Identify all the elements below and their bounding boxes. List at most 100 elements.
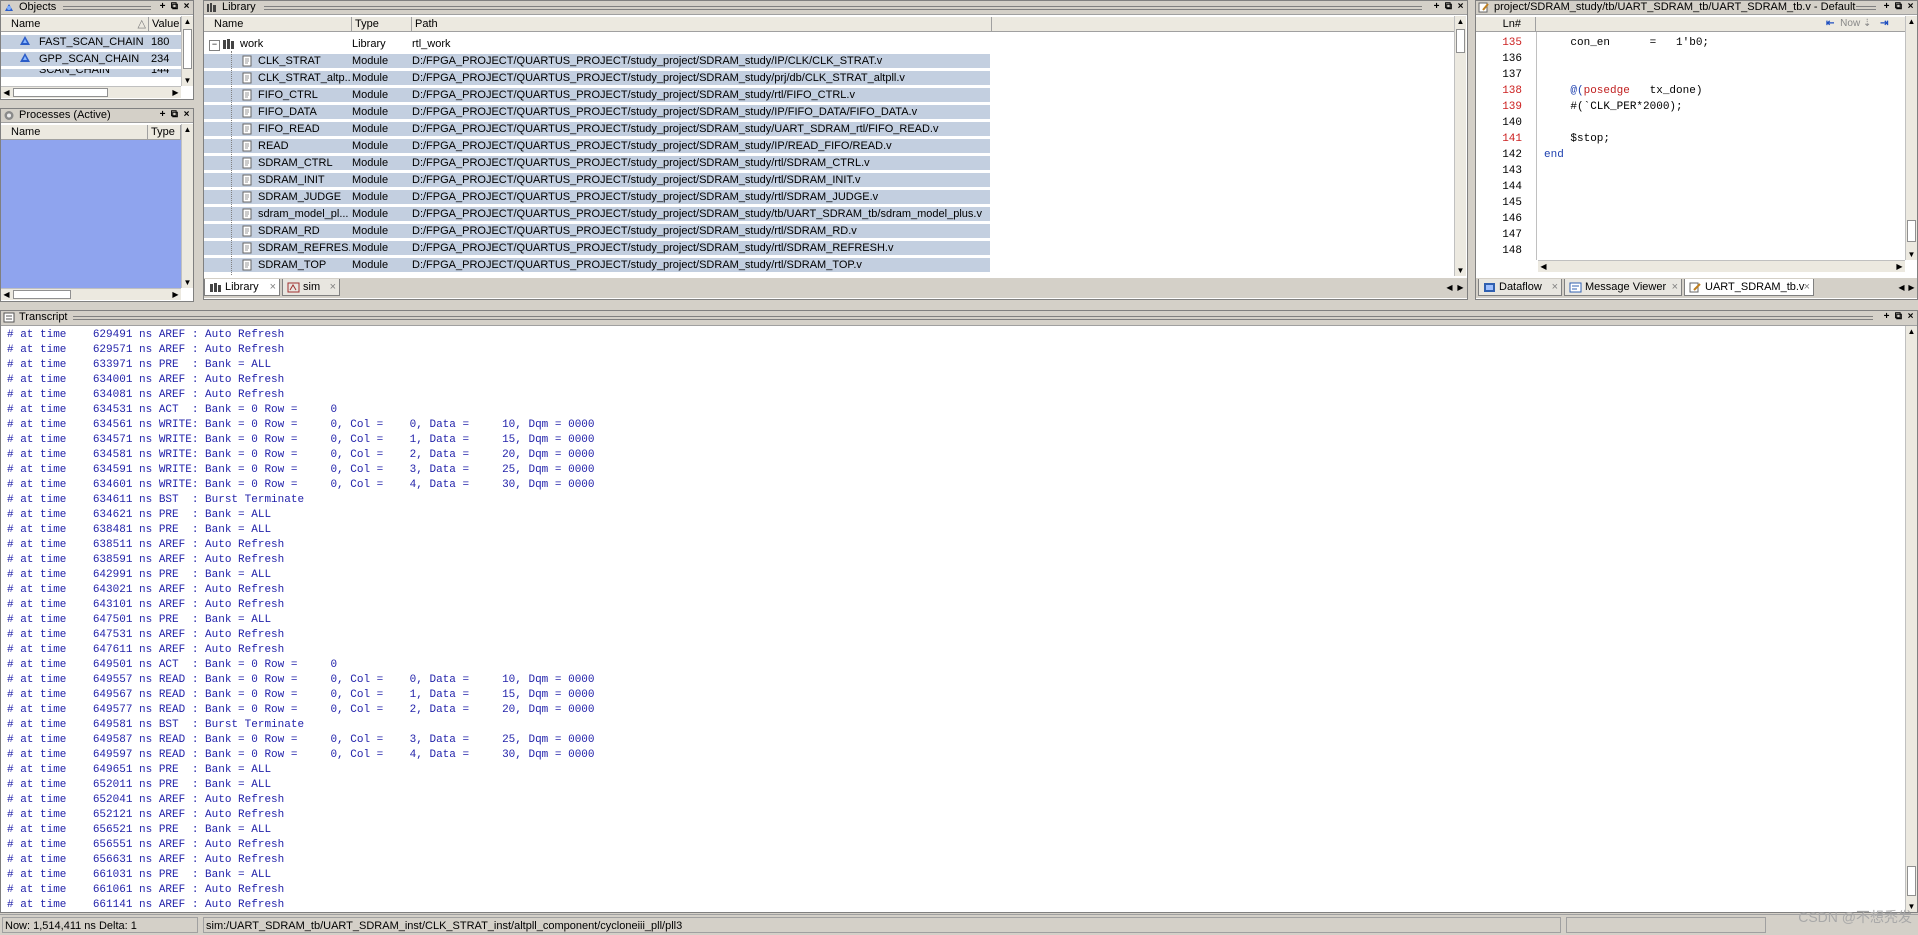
now-control[interactable]: ⇤ Now ⇣ ⇥ xyxy=(1826,18,1916,30)
scroll-left-icon[interactable]: ◀ xyxy=(1,87,12,98)
library-module-row[interactable]: FIFO_READ Module D:/FPGA_PROJECT/QUARTUS_P… xyxy=(204,122,990,136)
dock-icon[interactable]: + xyxy=(157,1,168,13)
library-vscroll[interactable]: ▲ ▼ xyxy=(1454,16,1466,276)
close-icon[interactable]: × xyxy=(330,279,336,296)
processes-hscroll[interactable]: ◀ ▶ xyxy=(1,288,181,300)
code-line[interactable]: con_en = 1'b0; xyxy=(1544,35,1904,51)
objects-vscroll[interactable]: ▲ ▼ xyxy=(181,16,193,86)
close-icon[interactable]: × xyxy=(1905,311,1916,323)
line-number[interactable]: 144 xyxy=(1476,179,1522,195)
scroll-up-icon[interactable]: ▲ xyxy=(1455,16,1466,27)
undock-icon[interactable]: ⧉ xyxy=(169,1,180,13)
library-module-row[interactable]: CLK_STRAT Module D:/FPGA_PROJECT/QUARTUS_P… xyxy=(204,54,990,68)
code-line[interactable]: $stop; xyxy=(1544,131,1904,147)
undock-icon[interactable]: ⧉ xyxy=(1893,1,1904,13)
tab-scroll-right-icon[interactable]: ▶ xyxy=(1906,282,1917,293)
source-vscroll[interactable]: ▲ ▼ xyxy=(1905,16,1917,260)
cursor-next-icon[interactable]: ⇥ xyxy=(1880,18,1888,29)
dock-icon[interactable]: + xyxy=(1431,1,1442,13)
library-module-row[interactable]: SDRAM_REFRES... Module D:/FPGA_PROJECT/QUA… xyxy=(204,241,990,255)
close-icon[interactable]: × xyxy=(1905,1,1916,13)
code-line[interactable] xyxy=(1544,179,1904,195)
close-icon[interactable]: × xyxy=(270,279,276,296)
scroll-up-icon[interactable]: ▲ xyxy=(1906,326,1917,337)
scroll-up-icon[interactable]: ▲ xyxy=(182,124,193,135)
scroll-right-icon[interactable]: ▶ xyxy=(170,87,181,98)
cursor-prev-icon[interactable]: ⇤ xyxy=(1826,18,1834,29)
code-line[interactable] xyxy=(1544,51,1904,67)
code-line[interactable] xyxy=(1544,227,1904,243)
line-number[interactable]: 143 xyxy=(1476,163,1522,179)
library-module-row[interactable]: READ Module D:/FPGA_PROJECT/QUARTUS_PROJEC… xyxy=(204,139,990,153)
line-number[interactable]: 137 xyxy=(1476,67,1522,83)
transcript-grip[interactable] xyxy=(73,315,1873,320)
transcript-console[interactable]: # at time 629491 ns AREF : Auto Refresh #… xyxy=(1,326,1905,912)
library-module-row[interactable]: sdram_model_pl... Module D:/FPGA_PROJECT/Q… xyxy=(204,207,990,221)
undock-icon[interactable]: ⧉ xyxy=(1893,311,1904,323)
tab-uart-sdram-tb[interactable]: UART_SDRAM_tb.v × xyxy=(1684,279,1814,296)
code-line[interactable]: #(`CLK_PER*2000); xyxy=(1544,99,1904,115)
tab-scroll-left-icon[interactable]: ◀ xyxy=(1444,282,1455,293)
scroll-thumb[interactable] xyxy=(13,290,71,299)
line-number[interactable]: 140 xyxy=(1476,115,1522,131)
scroll-down-icon[interactable]: ▼ xyxy=(182,75,193,86)
close-icon[interactable]: × xyxy=(181,1,192,13)
line-number[interactable]: 148 xyxy=(1476,243,1522,259)
code-line[interactable] xyxy=(1544,115,1904,131)
code-line[interactable]: end xyxy=(1544,147,1904,163)
scroll-up-icon[interactable]: ▲ xyxy=(182,16,193,27)
source-hscroll[interactable]: ◀ ▶ xyxy=(1538,260,1905,272)
code-line[interactable] xyxy=(1544,163,1904,179)
processes-col-name[interactable]: Name xyxy=(1,125,148,139)
library-module-row[interactable]: SDRAM_INIT Module D:/FPGA_PROJECT/QUARTUS_… xyxy=(204,173,990,187)
library-col-name[interactable]: Name xyxy=(204,17,352,31)
library-grip[interactable] xyxy=(264,5,1422,10)
line-number[interactable]: 147 xyxy=(1476,227,1522,243)
close-icon[interactable]: × xyxy=(1552,279,1558,296)
transcript-titlebar[interactable]: Transcript + ⧉ × xyxy=(1,311,1917,326)
code-line[interactable] xyxy=(1544,243,1904,259)
library-module-row[interactable]: FIFO_CTRL Module D:/FPGA_PROJECT/QUARTUS_P… xyxy=(204,88,990,102)
scroll-thumb[interactable] xyxy=(1456,29,1465,53)
close-icon[interactable]: × xyxy=(1455,1,1466,13)
code-line[interactable] xyxy=(1544,67,1904,83)
library-col-path[interactable]: Path xyxy=(412,17,992,31)
scroll-thumb[interactable] xyxy=(13,88,108,97)
dock-icon[interactable]: + xyxy=(1881,1,1892,13)
library-module-row[interactable]: CLK_STRAT_altp... Module D:/FPGA_PROJECT/Q… xyxy=(204,71,990,85)
line-number[interactable]: 145 xyxy=(1476,195,1522,211)
library-module-row[interactable]: SDRAM_JUDGE Module D:/FPGA_PROJECT/QUARTUS… xyxy=(204,190,990,204)
scroll-up-icon[interactable]: ▲ xyxy=(1906,16,1917,27)
scroll-left-icon[interactable]: ◀ xyxy=(1,289,12,300)
objects-col-value[interactable]: Value xyxy=(149,17,181,31)
objects-titlebar[interactable]: Objects + ⧉ × xyxy=(1,1,193,15)
dock-icon[interactable]: + xyxy=(1881,311,1892,323)
objects-col-name[interactable]: Name △ xyxy=(1,17,149,31)
dock-icon[interactable]: + xyxy=(157,109,168,121)
processes-vscroll[interactable]: ▲ ▼ xyxy=(181,124,193,288)
processes-titlebar[interactable]: Processes (Active) + ⧉ × xyxy=(1,109,193,123)
scroll-down-icon[interactable]: ▼ xyxy=(182,277,193,288)
objects-row[interactable]: FAST_SCAN_CHAIN 180 xyxy=(1,35,181,49)
scroll-left-icon[interactable]: ◀ xyxy=(1538,261,1549,272)
processes-col-type[interactable]: Type xyxy=(148,125,181,139)
scroll-down-icon[interactable]: ▼ xyxy=(1906,249,1917,260)
source-titlebar[interactable]: project/SDRAM_study/tb/UART_SDRAM_tb/UAR… xyxy=(1476,1,1917,15)
library-module-row[interactable]: SDRAM_TOP Module D:/FPGA_PROJECT/QUARTUS_P… xyxy=(204,258,990,272)
scroll-thumb[interactable] xyxy=(183,29,192,69)
line-number[interactable]: 136 xyxy=(1476,51,1522,67)
tab-scroll-right-icon[interactable]: ▶ xyxy=(1455,282,1466,293)
objects-row[interactable]: GPP_SCAN_CHAIN 234 xyxy=(1,52,181,66)
objects-grip[interactable] xyxy=(63,5,151,10)
code-line[interactable]: @(posedge tx_done) xyxy=(1544,83,1904,99)
close-icon[interactable]: × xyxy=(181,109,192,121)
transcript-vscroll[interactable]: ▲ ▼ xyxy=(1905,326,1917,912)
line-number[interactable]: 138 xyxy=(1476,83,1522,99)
library-module-row[interactable]: SDRAM_CTRL Module D:/FPGA_PROJECT/QUARTUS_… xyxy=(204,156,990,170)
scroll-down-icon[interactable]: ▼ xyxy=(1455,265,1466,276)
undock-icon[interactable]: ⧉ xyxy=(1443,1,1454,13)
library-work-row[interactable]: − work Library rtl_work xyxy=(204,37,1454,51)
line-number[interactable]: 142 xyxy=(1476,147,1522,163)
tab-library[interactable]: Library × xyxy=(204,279,280,296)
collapse-icon[interactable]: − xyxy=(209,40,220,51)
